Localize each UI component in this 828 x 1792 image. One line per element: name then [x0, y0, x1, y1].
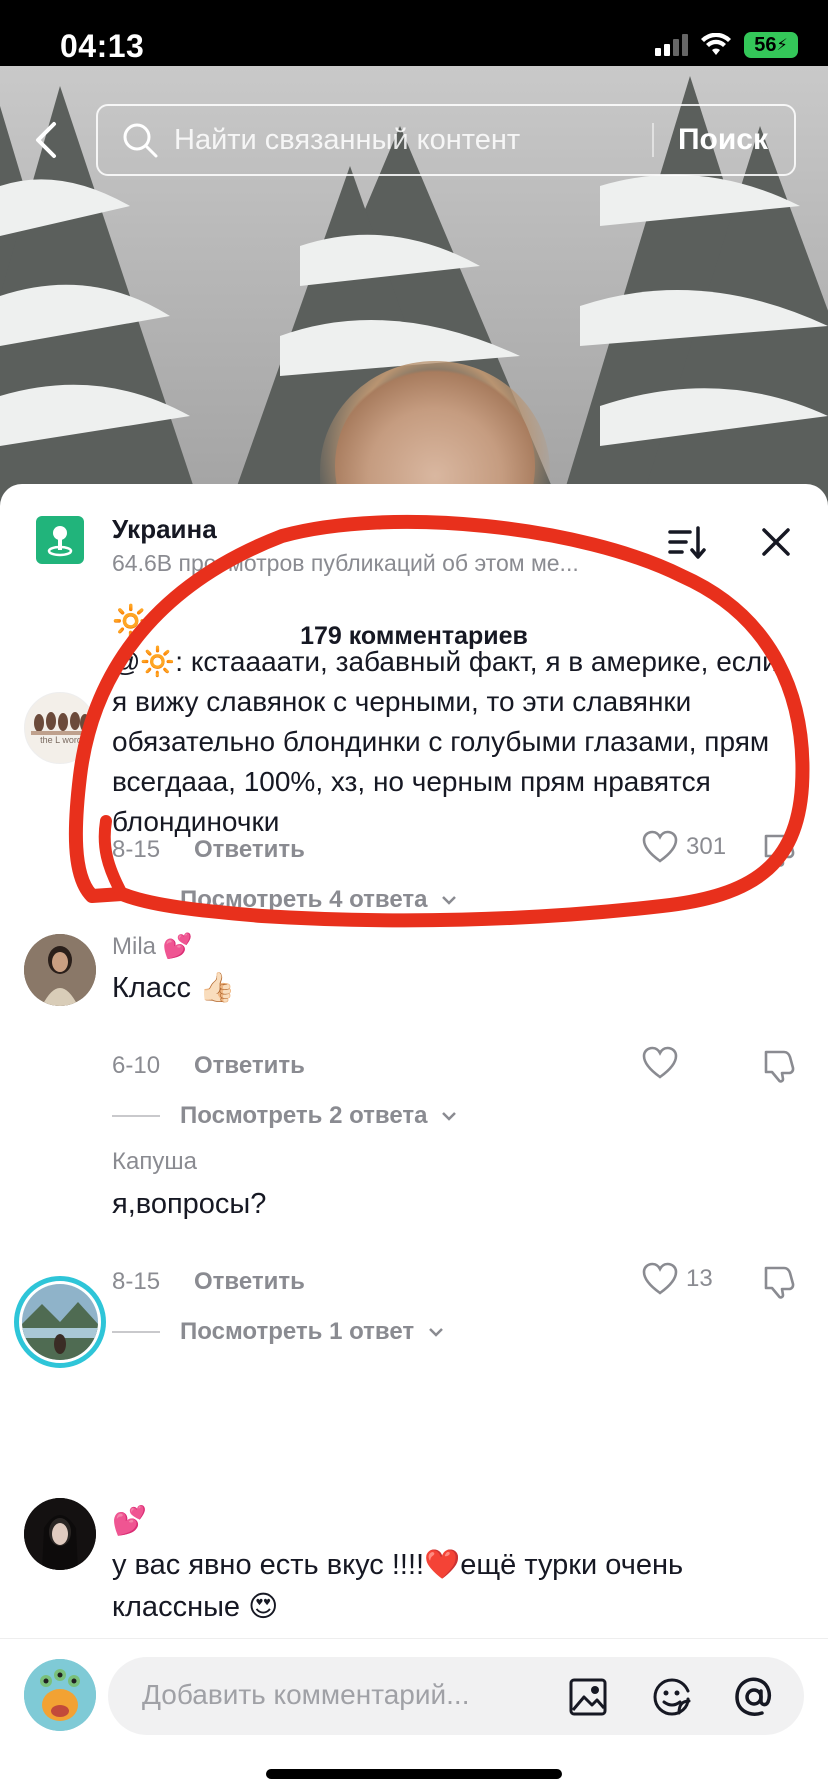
comments-sheet: Украина 64.6B просмотров публикаций об э… [0, 484, 828, 1792]
avatar[interactable] [24, 934, 96, 1006]
avatar-logo-text: the L word [40, 735, 82, 745]
search-icon [123, 123, 158, 158]
dislike-icon[interactable] [760, 1048, 796, 1084]
chevron-down-icon [442, 896, 457, 905]
status-time: 04:13 [60, 28, 145, 64]
view-replies-label: Посмотреть 4 ответа [180, 886, 428, 913]
comment-text: @🔆: кстаааати, забавный факт, я в америк… [112, 646, 778, 837]
comment-author[interactable]: 💕 [112, 1504, 147, 1537]
close-icon[interactable] [758, 524, 794, 560]
comment-author[interactable]: 🔆 [112, 604, 149, 639]
top-bar: Найти связанный контент Поиск [0, 104, 828, 176]
like-count: 13 [686, 1265, 713, 1292]
reply-button[interactable]: Ответить [194, 1052, 305, 1080]
search-input[interactable]: Найти связанный контент Поиск [96, 104, 796, 176]
heart-icon [642, 1046, 678, 1079]
back-arrow-icon[interactable] [28, 118, 64, 162]
mention-icon[interactable] [732, 1675, 776, 1719]
location-pin-icon [36, 516, 84, 564]
image-icon[interactable] [568, 1677, 608, 1717]
like-count: 301 [686, 833, 727, 860]
emoji-icon[interactable] [652, 1677, 692, 1717]
comment-date: 6-10 [112, 1052, 161, 1079]
cellular-signal-icon [655, 34, 688, 56]
chevron-down-icon [442, 1112, 457, 1121]
sort-icon[interactable] [666, 522, 706, 562]
view-replies-label: Посмотреть 1 ответ [180, 1318, 415, 1345]
comment-text: у вас явно есть вкус !!!!❤️ещё турки оче… [112, 1549, 684, 1623]
comment-text: я,вопросы? [112, 1188, 267, 1220]
chevron-down-icon [429, 1328, 444, 1337]
dislike-icon[interactable] [760, 832, 796, 868]
search-button[interactable]: Поиск [678, 123, 768, 157]
view-replies-label: Посмотреть 2 ответа [180, 1102, 428, 1129]
comment-date: 8-15 [112, 1268, 161, 1295]
like-button[interactable]: 13 [642, 1262, 713, 1296]
view-replies-button[interactable]: Посмотреть 2 ответа [112, 1102, 457, 1130]
dislike-icon[interactable] [760, 1264, 796, 1300]
status-icons: 56 ⚡ [655, 32, 798, 58]
avatar[interactable] [22, 1284, 98, 1360]
location-title[interactable]: Украина [112, 514, 217, 545]
like-button[interactable] [642, 1046, 686, 1080]
heart-icon [642, 830, 678, 863]
comment-text: Класс 👍🏻 [112, 972, 236, 1004]
search-divider [651, 123, 654, 157]
comment-date: 8-15 [112, 836, 161, 863]
heart-icon [642, 1262, 678, 1295]
view-replies-button[interactable]: Посмотреть 1 ответ [112, 1318, 444, 1346]
search-placeholder: Найти связанный контент [174, 123, 521, 156]
battery-level: 56 [754, 33, 777, 56]
comment-input[interactable]: Добавить комментарий... [108, 1657, 804, 1735]
comment-author[interactable]: Mila 💕 [112, 932, 193, 961]
replies-divider [112, 1115, 160, 1117]
replies-divider [112, 899, 160, 901]
avatar[interactable]: the L word [24, 692, 96, 764]
comment-author[interactable]: Капуша [112, 1148, 197, 1176]
my-avatar[interactable] [24, 1659, 96, 1731]
comment-input-placeholder: Добавить комментарий... [142, 1679, 470, 1710]
reply-button[interactable]: Ответить [194, 836, 305, 864]
like-button[interactable]: 301 [642, 830, 726, 864]
status-bar: 04:13 56 ⚡ [0, 0, 828, 66]
reply-button[interactable]: Ответить [194, 1268, 305, 1296]
view-replies-button[interactable]: Посмотреть 4 ответа [112, 886, 457, 914]
comment-composer: Добавить комментарий... [0, 1638, 828, 1792]
location-subtitle: 64.6B просмотров публикаций об этом ме..… [112, 550, 579, 576]
home-indicator [266, 1769, 562, 1779]
replies-divider [112, 1331, 160, 1333]
wifi-icon [701, 33, 731, 55]
avatar[interactable] [24, 1498, 96, 1570]
battery-icon: 56 ⚡ [744, 32, 798, 58]
